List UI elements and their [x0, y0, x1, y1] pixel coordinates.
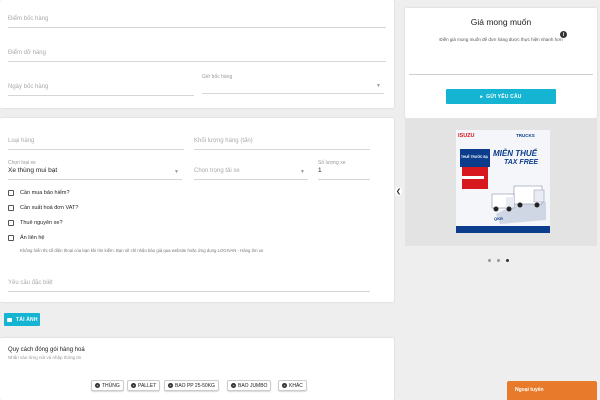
ad-carousel: ISUZU TRUCKS MIỄN THUẾ TAX FREE THUẾ TRƯ… — [405, 118, 597, 246]
upload-image-button[interactable]: TẢI ẢNH — [4, 313, 40, 326]
hide-contact-note: Không hiển thị số điện thoại của bạn khi… — [20, 248, 264, 253]
plus-icon: + — [282, 383, 287, 388]
send-icon: ▸ — [480, 93, 484, 100]
vehicle-count-value: 1 — [318, 167, 322, 174]
weight-field[interactable]: Khối lượng hàng (tấn) — [194, 136, 370, 150]
packaging-card: Quy cách đóng gói hàng hoá Nhấn vào từng… — [0, 338, 394, 400]
goods-type-field[interactable]: Loại hàng — [8, 136, 184, 150]
ad-model-text: QKR — [494, 216, 503, 221]
time-select[interactable]: Giờ bốc hàng ▼ — [202, 74, 384, 94]
vehicle-type-underline — [8, 179, 182, 180]
ad-headline-2: TAX FREE — [504, 159, 539, 166]
hide-contact-checkbox[interactable]: Ẩn liên hệ — [8, 235, 44, 241]
chevron-down-icon: ▼ — [376, 83, 381, 89]
cargo-card: Loại hàng Khối lượng hàng (tấn) Chọn loạ… — [0, 118, 394, 302]
carousel-toggle-button[interactable]: ❮ — [395, 187, 402, 196]
packaging-subtitle: Nhấn vào từng nút và nhập thông tin — [8, 355, 82, 360]
chip-label: BAO JUMBO — [238, 382, 268, 389]
pickup-placeholder: Điểm bốc hàng — [8, 16, 49, 22]
date-field[interactable]: Ngày bốc hàng — [8, 82, 194, 96]
offline-chat-button[interactable]: Ngoại tuyến — [507, 381, 597, 400]
checkbox-box[interactable] — [8, 220, 14, 226]
vehicle-type-select[interactable]: Chọn loại xe Xe thùng mui bạt ▼ — [8, 160, 182, 180]
carousel-dot[interactable] — [497, 259, 500, 262]
dropoff-field[interactable]: Điểm dỡ hàng — [8, 48, 386, 62]
weight-underline — [194, 149, 370, 150]
special-request-field[interactable]: Yêu cầu đặc biệt — [8, 278, 370, 292]
ad-banner[interactable]: ISUZU TRUCKS MIỄN THUẾ TAX FREE THUẾ TRƯ… — [456, 130, 550, 233]
plus-icon: + — [168, 383, 173, 388]
special-request-placeholder: Yêu cầu đặc biệt — [8, 280, 53, 286]
checkbox-label: Cần xuất hoá đơn VAT? — [20, 205, 79, 211]
checkbox-box[interactable] — [8, 235, 14, 241]
vehicle-count-field[interactable]: Số lượng xe 1 — [318, 160, 370, 180]
insurance-checkbox[interactable]: Cần mua bảo hiểm? — [8, 190, 70, 196]
price-input-underline[interactable] — [409, 74, 593, 75]
pickup-field[interactable]: Điểm bốc hàng — [8, 14, 386, 28]
time-label: Giờ bốc hàng — [202, 74, 233, 80]
upload-label: TẢI ẢNH — [16, 316, 38, 323]
tonnage-underline — [194, 179, 308, 180]
carousel-dot[interactable] — [488, 259, 491, 262]
weight-placeholder: Khối lượng hàng (tấn) — [194, 138, 253, 144]
chip-other[interactable]: + KHÁC — [278, 380, 307, 391]
chip-pp-bag[interactable]: + BAO PP 25-50KG — [164, 380, 219, 391]
price-card: Giá mong muốn i Điền giá mong muốn để đơ… — [405, 8, 597, 118]
vehicle-count-underline — [318, 179, 370, 180]
time-underline — [202, 93, 384, 94]
chip-label: THÙNG — [102, 382, 120, 389]
checkbox-label: Thuê nguyên xe? — [20, 220, 63, 226]
chevron-down-icon: ▼ — [174, 169, 179, 175]
date-underline — [8, 95, 194, 96]
chip-label: BAO PP 25-50KG — [175, 382, 215, 389]
vehicle-type-label: Chọn loại xe — [8, 160, 36, 166]
tonnage-select[interactable]: Chọn trọng tải xe ▼ — [194, 166, 308, 180]
chip-label: PALLET — [138, 382, 157, 389]
date-placeholder: Ngày bốc hàng — [8, 84, 49, 90]
plus-icon: + — [131, 383, 136, 388]
price-title: Giá mong muốn — [470, 17, 532, 27]
full-truck-checkbox[interactable]: Thuê nguyên xe? — [8, 220, 63, 226]
ad-banner-graphic — [456, 130, 550, 233]
chip-carton[interactable]: + THÙNG — [91, 380, 124, 391]
camera-icon — [7, 317, 12, 322]
checkbox-label: Ẩn liên hệ — [20, 235, 45, 241]
goods-type-underline — [8, 149, 184, 150]
address-card: Điểm bốc hàng Điểm dỡ hàng Ngày bốc hàng… — [0, 0, 394, 108]
offline-chat-label: Ngoại tuyến — [515, 387, 544, 393]
ad-brand-left: ISUZU — [458, 133, 475, 139]
chip-pallet[interactable]: + PALLET — [127, 380, 161, 391]
carousel-dot-active[interactable] — [506, 259, 509, 262]
chevron-left-icon: ❮ — [395, 189, 402, 195]
special-request-underline — [8, 291, 370, 292]
vehicle-type-value: Xe thùng mui bạt — [8, 167, 58, 174]
goods-type-placeholder: Loại hàng — [8, 138, 35, 144]
plus-icon: + — [231, 383, 236, 388]
chevron-down-icon: ▼ — [300, 169, 305, 175]
submit-request-button[interactable]: ▸ GỬI YÊU CẦU — [446, 89, 556, 104]
dropoff-placeholder: Điểm dỡ hàng — [8, 50, 46, 56]
vat-invoice-checkbox[interactable]: Cần xuất hoá đơn VAT? — [8, 205, 78, 211]
chip-jumbo-bag[interactable]: + BAO JUMBO — [227, 380, 272, 391]
checkbox-box[interactable] — [8, 190, 14, 196]
price-description: Điền giá mong muốn để đơn hàng được thực… — [439, 37, 563, 42]
ad-brand-right: TRUCKS — [516, 133, 535, 138]
ad-headline-1: MIỄN THUẾ — [493, 149, 537, 158]
ad-sub-headline: THUẾ TRƯỚC BẠ — [461, 155, 488, 159]
carousel-dots — [488, 259, 509, 262]
checkbox-label: Cần mua bảo hiểm? — [20, 190, 70, 196]
vehicle-count-label: Số lượng xe — [318, 160, 346, 166]
tonnage-placeholder: Chọn trọng tải xe — [194, 168, 240, 174]
chip-label: KHÁC — [289, 382, 303, 389]
submit-label: GỬI YÊU CẦU — [486, 93, 522, 100]
checkbox-box[interactable] — [8, 205, 14, 211]
pickup-underline — [8, 27, 386, 28]
packaging-title: Quy cách đóng gói hàng hoá — [8, 347, 85, 353]
plus-icon: + — [95, 383, 100, 388]
dropoff-underline — [8, 61, 386, 62]
